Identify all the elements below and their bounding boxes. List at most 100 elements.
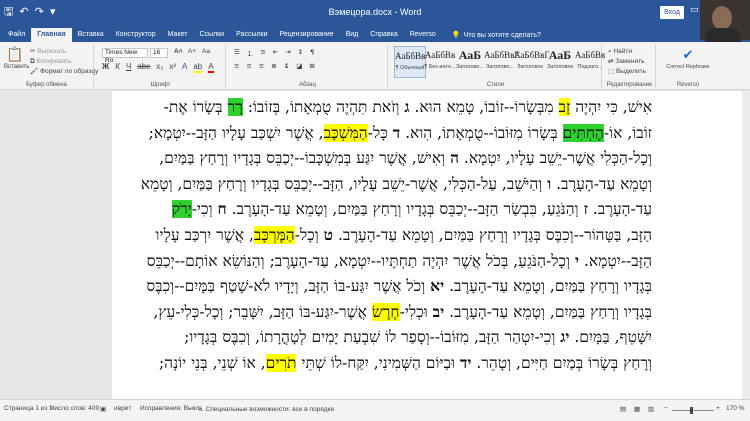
- style-item[interactable]: АаБбВв ¶ Без инте...: [424, 46, 456, 78]
- align-right-icon[interactable]: ≡: [259, 62, 264, 70]
- sort-icon[interactable]: ↕: [298, 48, 303, 58]
- tab-5[interactable]: Ссылки: [193, 28, 230, 42]
- tab-10[interactable]: Reverso: [404, 28, 442, 42]
- tab-0[interactable]: Файл: [2, 28, 31, 42]
- find-button[interactable]: ⌕ Найти: [608, 47, 632, 56]
- shrink-font-icon[interactable]: A˅: [188, 48, 196, 55]
- line-spacing-icon[interactable]: ↨: [284, 62, 289, 70]
- multilevel-list-icon[interactable]: ≡: [260, 48, 265, 58]
- print-layout-icon[interactable]: ▦: [634, 405, 640, 413]
- bold-icon[interactable]: Ж: [102, 62, 109, 73]
- tab-3[interactable]: Конструктор: [110, 28, 162, 42]
- word-count[interactable]: Число слов: 409: [50, 405, 99, 412]
- replace-button[interactable]: ⇄ Заменить: [608, 57, 644, 65]
- strikethrough-icon[interactable]: abc: [137, 62, 150, 73]
- bullets-icon[interactable]: ☰: [234, 48, 240, 58]
- language-indicator[interactable]: иврит: [114, 405, 131, 412]
- text-line[interactable]: וְכָל-הַכְּלִי אֲשֶׁר-יֵשֵׁב עָלָיו, יִט…: [159, 148, 652, 168]
- grow-font-icon[interactable]: A˄: [174, 48, 183, 55]
- align-left-icon[interactable]: ≡: [234, 62, 239, 70]
- document-page[interactable]: אִישׁ, כִּי יִהְיֶה זָב מִבְּשָׂרוֹ--זוֹ…: [112, 91, 750, 399]
- tab-6[interactable]: Рассылки: [230, 28, 273, 42]
- style-item[interactable]: АаБбВвГ Заголово...: [484, 46, 520, 78]
- change-case-icon[interactable]: Aa: [202, 48, 210, 55]
- zoom-in-icon[interactable]: +: [716, 405, 720, 412]
- web-layout-icon[interactable]: ▥: [648, 405, 654, 413]
- editing-group: ⌕ Найти ⇄ Заменить ⬚ Выделить Редактиров…: [604, 44, 656, 88]
- zoom-out-icon[interactable]: −: [664, 405, 668, 412]
- numbering-icon[interactable]: ⒈: [247, 48, 254, 58]
- borders-icon[interactable]: ⊞: [309, 62, 314, 70]
- highlight-color-icon[interactable]: ab: [193, 62, 203, 73]
- tab-9[interactable]: Справка: [364, 28, 403, 42]
- page-count[interactable]: Страница 1 из 2: [4, 405, 53, 412]
- ribbon-options-icon[interactable]: ▭: [690, 5, 699, 15]
- text-line[interactable]: וְרָחַץ בְּשָׂרוֹ בְּמַיִם חַיִּים, וְטָ…: [159, 353, 652, 373]
- style-item[interactable]: АаБбВвГ Заголовок: [514, 46, 550, 78]
- highlighted-word: תֹרִים: [265, 354, 297, 372]
- tab-2[interactable]: Вставка: [72, 28, 110, 42]
- zoom-slider-knob[interactable]: [690, 407, 693, 414]
- signin-button[interactable]: Вход: [660, 6, 684, 19]
- style-label: Заголово...: [455, 64, 485, 70]
- copy-button[interactable]: ⧉ Копировать: [30, 57, 71, 66]
- vertical-scrollbar[interactable]: [742, 91, 750, 399]
- text-run: וְכֹל אֲשֶׁר יִגַּע-בּוֹ הַזָּב, וְיָדָי…: [146, 277, 431, 296]
- decrease-indent-icon[interactable]: ⇤: [273, 48, 278, 58]
- font-color-icon[interactable]: A: [208, 62, 214, 73]
- show-marks-icon[interactable]: ¶: [310, 48, 314, 58]
- tab-8[interactable]: Вид: [340, 28, 365, 42]
- track-changes-status[interactable]: Исправления: Выкл: [140, 405, 199, 412]
- text-line[interactable]: בְּגָדָיו וְרָחַץ בַּמַּיִם, וְטָמֵא עַד…: [153, 302, 652, 322]
- increase-indent-icon[interactable]: ⇥: [285, 48, 290, 58]
- format-painter-button[interactable]: 🖌 Формат по образцу: [30, 67, 98, 75]
- text-line[interactable]: יִשָּׁטֵף, בַּמָּיִם. יג וְכִי-יִטְהַר ה…: [184, 327, 652, 347]
- justify-icon[interactable]: ≣: [271, 62, 276, 70]
- tab-7[interactable]: Рецензирование: [274, 28, 340, 42]
- font-name-select[interactable]: Times New Ro: [102, 48, 148, 64]
- text-effects-icon[interactable]: A: [182, 62, 187, 73]
- subscript-icon[interactable]: x₂: [156, 62, 163, 73]
- superscript-icon[interactable]: x²: [169, 62, 176, 73]
- read-mode-icon[interactable]: ▤: [620, 405, 626, 413]
- select-button[interactable]: ⬚ Выделить: [608, 67, 646, 75]
- shading-icon[interactable]: ◪: [296, 62, 302, 70]
- tell-me-box[interactable]: 💡 Что вы хотите сделать?: [452, 28, 541, 42]
- text-line[interactable]: בְּגָדָיו וְרָחַץ בַּמַּיִם, וְטָמֵא עַד…: [146, 276, 652, 296]
- proofing-icon[interactable]: ▣: [100, 405, 106, 413]
- zoom-slider[interactable]: [672, 407, 714, 414]
- text-run: וּבַיּוֹם הַשְּׁמִינִי, יִקַּח-לוֹ שְׁתֵ…: [296, 354, 460, 372]
- style-label: ¶ Без инте...: [424, 64, 456, 70]
- zoom-level[interactable]: 170 %: [726, 405, 744, 412]
- style-item[interactable]: АаБбВв Подзаго...: [574, 46, 606, 78]
- ribbon: 📋 Вставить ✂ Вырезать ⧉ Копировать 🖌 Фор…: [0, 42, 750, 90]
- text-run: וְכָל-הַכְּלִי אֲשֶׁר-יֵשֵׁב עָלָיו, יִט…: [458, 149, 652, 168]
- italic-icon[interactable]: К: [115, 62, 120, 73]
- highlighted-word: חֶרֶשׂ: [371, 302, 400, 321]
- text-line[interactable]: הַזָּב--יִטְמָא. י וְכָל-הַנֹּגֵעַ, בְּכ…: [147, 251, 652, 271]
- paste-button[interactable]: 📋 Вставить: [4, 46, 29, 70]
- text-line[interactable]: הַזָּב, בַּטָּהוֹר--וְכִבֶּס בְּגָדָיו ו…: [156, 225, 652, 245]
- verse-number: יא: [430, 276, 445, 296]
- text-line[interactable]: אִישׁ, כִּי יִהְיֶה זָב מִבְּשָׂרוֹ--זוֹ…: [164, 97, 652, 117]
- font-size-select[interactable]: 16: [150, 48, 168, 58]
- tab-1[interactable]: Главная: [31, 28, 72, 42]
- underline-icon[interactable]: Ч: [126, 62, 131, 73]
- style-item[interactable]: АаБ Заголово...: [454, 46, 486, 78]
- accessibility-status[interactable]: ♿ Специальные возможности: все в порядке: [198, 405, 334, 413]
- verse-number: יב: [432, 301, 445, 321]
- style-preview: АаБ: [548, 48, 572, 62]
- align-center-icon[interactable]: ≡: [246, 62, 251, 70]
- correct-rephrase-button[interactable]: ✔ Correct Rephrase: [662, 46, 714, 71]
- text-line[interactable]: עַד-הָעָרֶב. ז וְהַנֹּגֵעַ, בִּבְשַׂר הַ…: [171, 199, 652, 219]
- text-run: בְּשָׂרוֹ אֶת-: [163, 98, 228, 116]
- paragraph-row-top: ☰ ⒈ ≡ ⇤ ⇥ ↕ ¶: [234, 48, 314, 58]
- text-line[interactable]: וְטָמֵא עַד-הָעָרֶב. ו וְהַיֹּשֵׁב, עַל-…: [141, 174, 652, 194]
- cut-button[interactable]: ✂ Вырезать: [30, 47, 66, 55]
- text-line[interactable]: זוֹבוֹ, אוֹ-הֶחְתִּים בְּשָׂרוֹ מִזּוֹבו…: [149, 123, 652, 143]
- style-item[interactable]: АаБ Заголовок: [544, 46, 576, 78]
- style-label: Заголовок: [517, 64, 543, 70]
- style-item[interactable]: АаБбВв ¶ Обычный: [394, 46, 426, 78]
- tab-4[interactable]: Макет: [162, 28, 194, 42]
- style-preview: АаБбВв: [574, 50, 606, 60]
